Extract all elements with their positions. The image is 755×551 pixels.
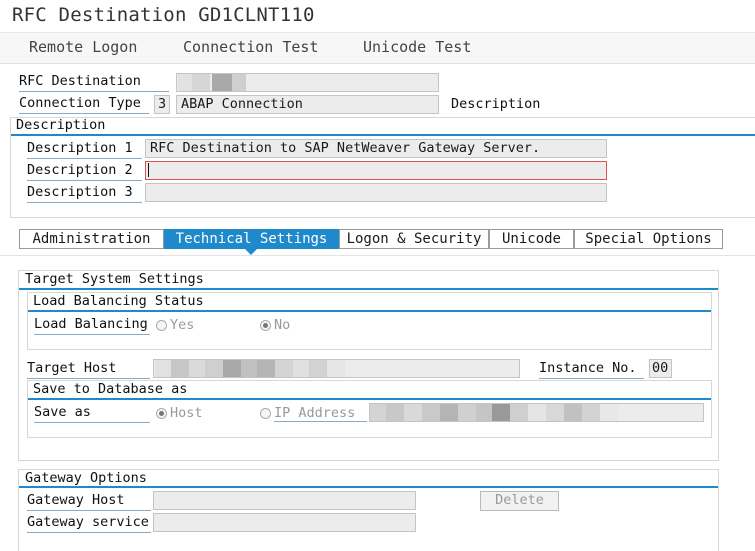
masked-block — [212, 74, 232, 91]
masked-block — [404, 404, 422, 421]
section-divider — [19, 486, 718, 488]
load-balancing-yes-label: Yes — [170, 317, 195, 333]
masked-block — [327, 360, 345, 377]
save-as-label: Save as — [34, 404, 150, 423]
masked-block — [293, 360, 309, 377]
target-host-label: Target Host — [27, 360, 150, 379]
load-balancing-no-label: No — [274, 317, 291, 333]
gateway-host-field[interactable] — [153, 491, 416, 510]
section-divider — [19, 288, 718, 290]
masked-block — [492, 404, 510, 421]
masked-block — [564, 404, 582, 421]
rfc-destination-label: RFC Destination — [19, 73, 169, 92]
masked-block — [257, 360, 275, 377]
masked-block — [582, 404, 600, 421]
description-3-field[interactable] — [145, 183, 607, 202]
save-to-database-title: Save to Database as — [33, 381, 188, 397]
text-cursor — [148, 163, 149, 177]
description-1-label: Description 1 — [27, 140, 142, 159]
connection-type-label: Connection Type — [19, 95, 149, 114]
save-as-ip-radio[interactable] — [260, 408, 271, 419]
masked-block — [192, 74, 210, 91]
tab-administration[interactable]: Administration — [19, 229, 164, 249]
tab-divider — [0, 255, 755, 256]
description-3-label: Description 3 — [27, 184, 142, 203]
window-title: RFC Destination GD1CLNT110 — [12, 4, 315, 26]
masked-block — [546, 404, 564, 421]
masked-block — [386, 404, 404, 421]
masked-block — [370, 404, 386, 421]
load-balancing-status-title: Load Balancing Status — [33, 293, 204, 309]
load-balancing-yes-radio[interactable] — [156, 320, 167, 331]
tab-technical-settings[interactable]: Technical Settings — [164, 229, 339, 249]
description-group-title: Description — [16, 117, 106, 133]
masked-block — [422, 404, 440, 421]
save-as-host-label: Host — [170, 405, 203, 421]
target-system-title: Target System Settings — [25, 271, 204, 287]
tab-unicode[interactable]: Unicode — [489, 229, 574, 249]
load-balancing-label: Load Balancing — [34, 316, 150, 335]
gateway-service-label: Gateway service — [27, 514, 151, 533]
connection-test-button[interactable]: Connection Test — [183, 38, 318, 56]
masked-block — [476, 404, 492, 421]
instance-number-field[interactable]: 00 — [649, 359, 672, 378]
gateway-host-label: Gateway Host — [27, 492, 151, 511]
save-as-host-radio[interactable] — [156, 408, 167, 419]
masked-block — [232, 74, 246, 91]
connection-type-code[interactable]: 3 — [154, 95, 170, 114]
delete-button[interactable]: Delete — [480, 491, 559, 511]
masked-block — [440, 404, 458, 421]
description-2-label: Description 2 — [27, 162, 142, 181]
section-divider — [11, 134, 755, 136]
masked-block — [309, 360, 327, 377]
masked-block — [600, 404, 618, 421]
description-label: Description — [451, 96, 541, 112]
masked-block — [528, 404, 546, 421]
load-balancing-no-radio[interactable] — [260, 320, 271, 331]
description-2-field[interactable] — [145, 161, 607, 180]
remote-logon-button[interactable]: Remote Logon — [29, 38, 137, 56]
masked-block — [155, 360, 171, 377]
masked-block — [189, 360, 205, 377]
instance-number-label: Instance No. — [539, 360, 644, 379]
section-divider — [28, 310, 711, 312]
gateway-options-title: Gateway Options — [25, 470, 147, 486]
connection-type-text: ABAP Connection — [176, 95, 439, 114]
masked-block — [458, 404, 476, 421]
masked-block — [205, 360, 223, 377]
save-as-ip-label: IP Address — [274, 405, 367, 422]
gateway-service-field[interactable] — [153, 513, 416, 532]
masked-block — [275, 360, 293, 377]
masked-block — [171, 360, 189, 377]
section-divider — [28, 398, 711, 400]
tab-logon-security[interactable]: Logon & Security — [339, 229, 489, 249]
masked-block — [510, 404, 528, 421]
masked-block — [223, 360, 241, 377]
unicode-test-button[interactable]: Unicode Test — [363, 38, 471, 56]
tab-special-options[interactable]: Special Options — [574, 229, 723, 249]
masked-block — [178, 74, 192, 91]
masked-block — [241, 360, 257, 377]
description-1-field[interactable]: RFC Destination to SAP NetWeaver Gateway… — [145, 139, 607, 158]
